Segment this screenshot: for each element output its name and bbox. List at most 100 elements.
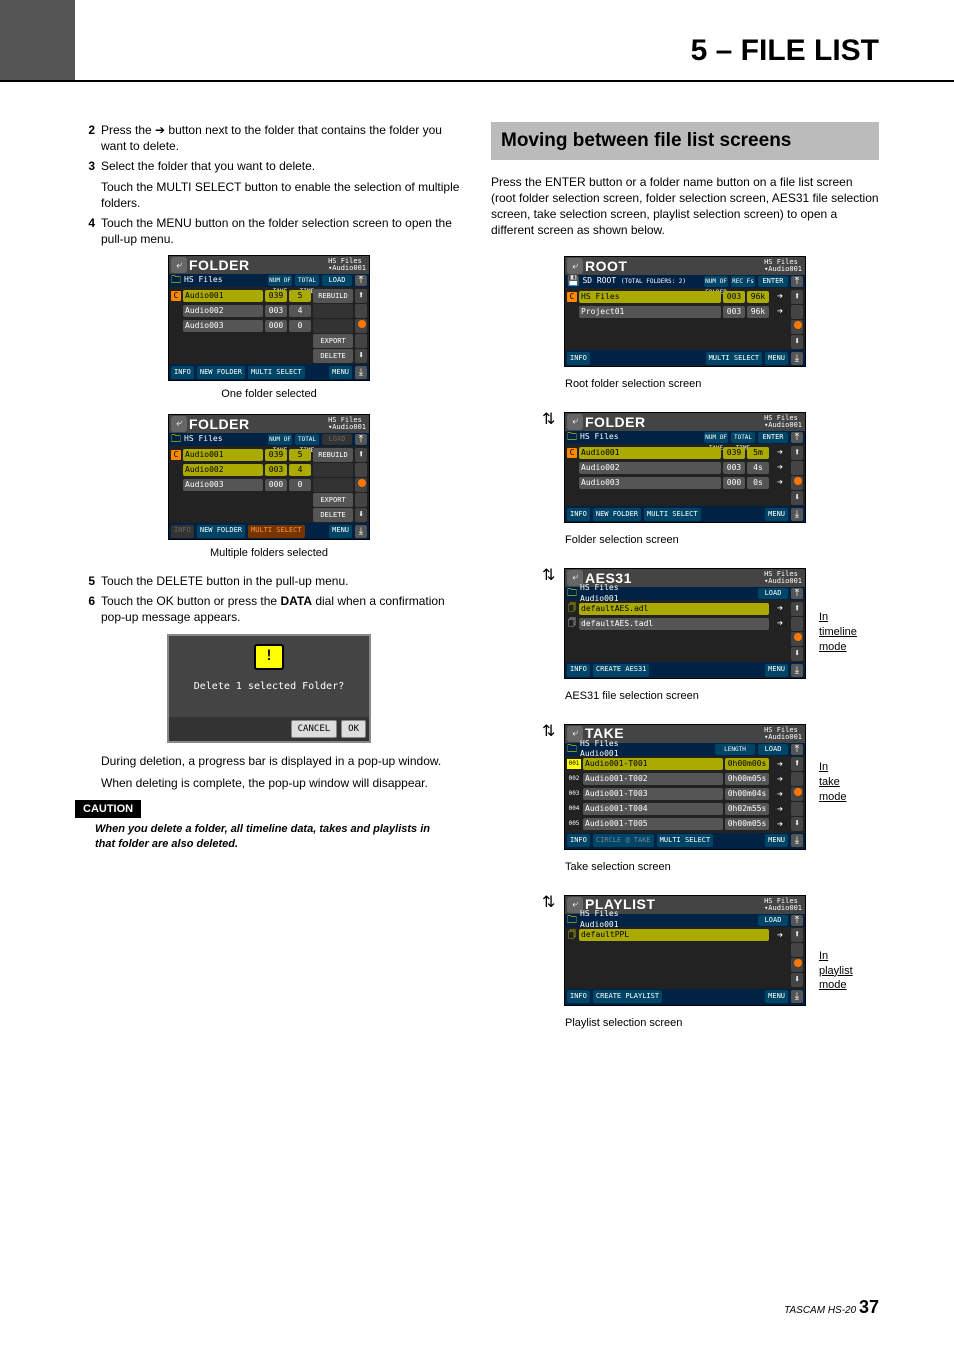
scroll-down-icon[interactable]: ⬇ bbox=[355, 349, 367, 363]
multi-select-button[interactable]: MULTI SELECT bbox=[657, 834, 714, 847]
warning-icon: ! bbox=[254, 644, 284, 670]
scroll-up-icon[interactable]: ⬆ bbox=[791, 446, 803, 460]
scroll-up-icon[interactable]: ⬆ bbox=[355, 448, 367, 462]
confirm-popup: ! Delete 1 selected Folder? CANCEL OK bbox=[167, 634, 371, 744]
enter-arrow-icon[interactable]: ➔ bbox=[771, 758, 789, 772]
delete-button[interactable]: DELETE bbox=[313, 508, 353, 522]
current-folder-icon: C bbox=[171, 291, 181, 301]
scroll-bottom-icon[interactable]: ⤓ bbox=[791, 664, 803, 677]
enter-arrow-icon[interactable]: ➔ bbox=[771, 602, 789, 616]
scroll-top-icon[interactable]: ⤒ bbox=[791, 915, 803, 926]
menu-button[interactable]: MENU bbox=[765, 352, 788, 365]
enter-arrow-icon[interactable]: ➔ bbox=[771, 305, 789, 319]
scroll-bottom-icon[interactable]: ⤓ bbox=[791, 352, 803, 365]
nav-arrow-icon: ⇅ bbox=[542, 721, 555, 743]
load-button[interactable]: LOAD bbox=[322, 275, 352, 286]
enter-button[interactable]: ENTER bbox=[758, 276, 788, 287]
scroll-down-icon[interactable]: ⬇ bbox=[791, 817, 803, 831]
enter-button[interactable]: ENTER bbox=[758, 432, 788, 443]
menu-button[interactable]: MENU bbox=[765, 664, 788, 677]
cancel-button[interactable]: CANCEL bbox=[291, 720, 338, 738]
scroll-down-icon[interactable]: ⬇ bbox=[355, 508, 367, 522]
new-folder-button[interactable]: NEW FOLDER bbox=[197, 366, 245, 379]
scroll-indicator-icon bbox=[794, 959, 802, 967]
info-button[interactable]: INFO bbox=[171, 366, 194, 379]
menu-button[interactable]: MENU bbox=[329, 525, 352, 538]
scroll-bottom-icon[interactable]: ⤓ bbox=[791, 508, 803, 521]
ok-button[interactable]: OK bbox=[341, 720, 366, 738]
header-gray-block bbox=[0, 0, 75, 80]
menu-button[interactable]: MENU bbox=[765, 990, 788, 1003]
circle-take-button[interactable]: CIRCLE @ TAKE bbox=[593, 834, 654, 847]
scroll-down-icon[interactable]: ⬇ bbox=[791, 647, 803, 661]
scroll-bottom-icon[interactable]: ⤓ bbox=[355, 525, 367, 538]
enter-arrow-icon[interactable]: ➔ bbox=[771, 929, 789, 943]
info-button[interactable]: INFO bbox=[567, 834, 590, 847]
scroll-bottom-icon[interactable]: ⤓ bbox=[791, 834, 803, 847]
mode-timeline-label: In timeline mode bbox=[819, 610, 857, 655]
scroll-top-icon[interactable]: ⤒ bbox=[791, 276, 803, 287]
info-button[interactable]: INFO bbox=[567, 508, 590, 521]
scroll-bottom-icon[interactable]: ⤓ bbox=[355, 366, 367, 379]
folder-icon: 🗀 bbox=[171, 274, 181, 288]
enter-arrow-icon[interactable]: ➔ bbox=[771, 788, 789, 802]
enter-arrow-icon[interactable]: ➔ bbox=[771, 461, 789, 475]
menu-button[interactable]: MENU bbox=[765, 508, 788, 521]
back-icon[interactable]: ⤶ bbox=[171, 257, 187, 273]
enter-arrow-icon[interactable]: ➔ bbox=[771, 617, 789, 631]
rebuild-button[interactable]: REBUILD bbox=[313, 289, 353, 303]
load-button[interactable]: LOAD bbox=[758, 744, 788, 755]
multi-select-button[interactable]: MULTI SELECT bbox=[248, 366, 305, 379]
scroll-top-icon[interactable]: ⤒ bbox=[791, 432, 803, 443]
scroll-top-icon[interactable]: ⤒ bbox=[791, 744, 803, 755]
scroll-up-icon[interactable]: ⬆ bbox=[791, 757, 803, 771]
back-icon[interactable]: ⤶ bbox=[567, 414, 583, 430]
scroll-top-icon[interactable]: ⤒ bbox=[355, 434, 367, 445]
load-button[interactable]: LOAD bbox=[758, 915, 788, 926]
export-button[interactable]: EXPORT bbox=[313, 334, 353, 348]
scroll-bottom-icon[interactable]: ⤓ bbox=[791, 990, 803, 1003]
caption-multi-selected: Multiple folders selected bbox=[75, 546, 463, 561]
info-button[interactable]: INFO bbox=[567, 352, 590, 365]
para-progress: During deletion, a progress bar is displ… bbox=[75, 753, 463, 769]
delete-button[interactable]: DELETE bbox=[313, 349, 353, 363]
enter-arrow-icon[interactable]: ➔ bbox=[771, 476, 789, 490]
scroll-indicator-icon bbox=[358, 320, 366, 328]
take-screen: ⤶TAKEHS Files▾Audio001 🗀HS FilesAudio001… bbox=[564, 724, 806, 850]
new-folder-button[interactable]: NEW FOLDER bbox=[593, 508, 641, 521]
info-button[interactable]: INFO bbox=[567, 664, 590, 677]
scroll-top-icon[interactable]: ⤒ bbox=[791, 588, 803, 599]
caption-one-selected: One folder selected bbox=[75, 387, 463, 402]
enter-arrow-icon[interactable]: ➔ bbox=[771, 773, 789, 787]
multi-select-button[interactable]: MULTI SELECT bbox=[644, 508, 701, 521]
scroll-up-icon[interactable]: ⬆ bbox=[791, 602, 803, 616]
create-aes31-button[interactable]: CREATE AES31 bbox=[593, 664, 650, 677]
create-playlist-button[interactable]: CREATE PLAYLIST bbox=[593, 990, 662, 1003]
caption-root: Root folder selection screen bbox=[565, 377, 805, 392]
scroll-down-icon[interactable]: ⬇ bbox=[791, 491, 803, 505]
section-heading: Moving between file list screens bbox=[491, 122, 879, 160]
rebuild-button[interactable]: REBUILD bbox=[313, 448, 353, 462]
enter-arrow-icon[interactable]: ➔ bbox=[771, 446, 789, 460]
enter-arrow-icon[interactable]: ➔ bbox=[771, 290, 789, 304]
enter-arrow-icon[interactable]: ➔ bbox=[771, 803, 789, 817]
multi-select-button-active[interactable]: MULTI SELECT bbox=[248, 525, 305, 538]
scroll-up-icon[interactable]: ⬆ bbox=[355, 289, 367, 303]
scroll-down-icon[interactable]: ⬇ bbox=[791, 335, 803, 349]
folder-icon: 🗀 bbox=[567, 914, 577, 928]
step-3b: Touch the MULTI SELECT button to enable … bbox=[75, 179, 463, 211]
scroll-down-icon[interactable]: ⬇ bbox=[791, 973, 803, 987]
scroll-top-icon[interactable]: ⤒ bbox=[355, 275, 367, 286]
menu-button[interactable]: MENU bbox=[329, 366, 352, 379]
load-button[interactable]: LOAD bbox=[758, 588, 788, 599]
info-button[interactable]: INFO bbox=[567, 990, 590, 1003]
new-folder-button[interactable]: NEW FOLDER bbox=[197, 525, 245, 538]
menu-button[interactable]: MENU bbox=[765, 834, 788, 847]
export-button[interactable]: EXPORT bbox=[313, 493, 353, 507]
scroll-up-icon[interactable]: ⬆ bbox=[791, 928, 803, 942]
back-icon[interactable]: ⤶ bbox=[171, 416, 187, 432]
back-icon[interactable]: ⤶ bbox=[567, 258, 583, 274]
scroll-up-icon[interactable]: ⬆ bbox=[791, 290, 803, 304]
enter-arrow-icon[interactable]: ➔ bbox=[771, 818, 789, 832]
multi-select-button[interactable]: MULTI SELECT bbox=[706, 352, 763, 365]
